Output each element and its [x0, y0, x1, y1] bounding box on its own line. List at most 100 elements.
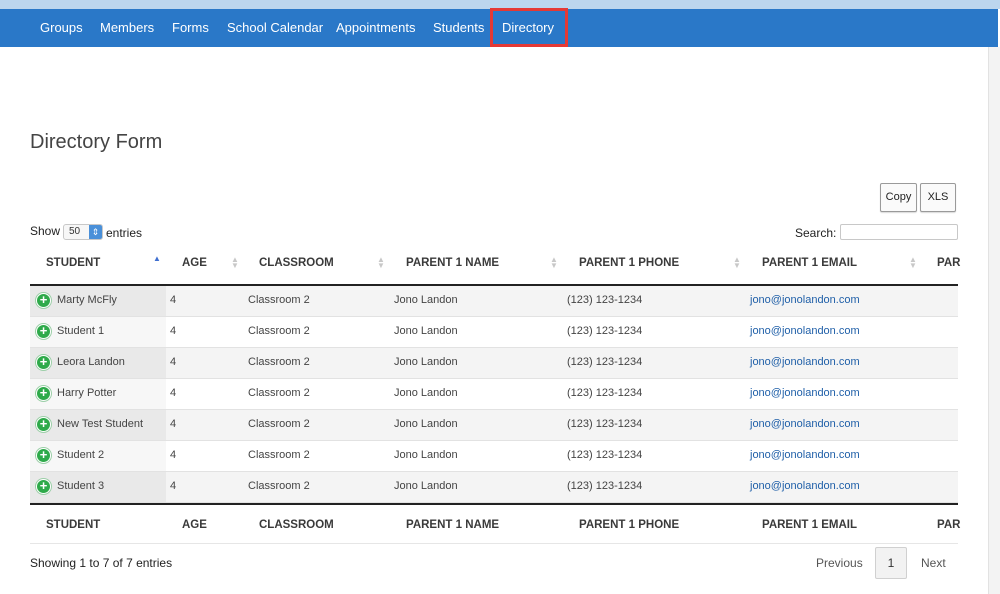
active-nav-highlight — [490, 8, 568, 47]
nav-item-groups[interactable]: Groups — [40, 9, 83, 47]
cell-classroom: Classroom 2 — [248, 356, 310, 368]
plus-circle-icon[interactable]: + — [36, 448, 51, 463]
pagination-next[interactable]: Next — [921, 556, 946, 570]
cell-parent-phone: (123) 123-1234 — [567, 325, 643, 337]
cell-student: Harry Potter — [57, 387, 117, 399]
cell-classroom: Classroom 2 — [248, 480, 310, 492]
footer-header-divider — [30, 503, 958, 505]
vertical-scrollbar[interactable] — [988, 47, 1000, 594]
table-row[interactable]: + Leora Landon 4 Classroom 2 Jono Landon… — [30, 348, 958, 379]
cell-parent-name: Jono Landon — [394, 294, 458, 306]
copy-button[interactable]: Copy — [880, 183, 917, 212]
xls-export-button[interactable]: XLS — [920, 183, 956, 212]
sort-ascending-icon: ▲ — [153, 254, 161, 263]
table-row[interactable]: + Student 3 4 Classroom 2 Jono Landon (1… — [30, 472, 958, 503]
table-row[interactable]: + Marty McFly 4 Classroom 2 Jono Landon … — [30, 286, 958, 317]
nav-item-appointments[interactable]: Appointments — [336, 9, 416, 47]
cell-age: 4 — [170, 294, 177, 306]
column-header-parent1-name[interactable]: PARENT 1 NAME — [406, 257, 499, 269]
sort-icon: ▲ ▼ — [377, 255, 385, 270]
cell-classroom: Classroom 2 — [248, 449, 310, 461]
column-header-parent1-email[interactable]: PARENT 1 EMAIL — [762, 257, 857, 269]
column-header-age[interactable]: AGE — [182, 257, 207, 269]
cell-age: 4 — [170, 387, 177, 399]
cell-parent-phone: (123) 123-1234 — [567, 387, 643, 399]
table-row[interactable]: + New Test Student 4 Classroom 2 Jono La… — [30, 410, 958, 441]
entries-per-page-select[interactable]: 50 ⇕ — [63, 224, 103, 240]
cell-age: 4 — [170, 480, 177, 492]
sort-icon: ▲ ▼ — [909, 255, 917, 270]
cell-classroom: Classroom 2 — [248, 418, 310, 430]
cell-parent-name: Jono Landon — [394, 387, 458, 399]
cell-classroom: Classroom 2 — [248, 325, 310, 337]
footer-column-student: STUDENT — [46, 519, 101, 531]
plus-circle-icon[interactable]: + — [36, 293, 51, 308]
footer-column-parent1-name: PARENT 1 NAME — [406, 519, 500, 531]
cell-age: 4 — [170, 356, 177, 368]
table-row[interactable]: + Harry Potter 4 Classroom 2 Jono Landon… — [30, 379, 958, 410]
footer-column-parent1-phone: PARENT 1 PHONE — [579, 519, 680, 531]
footer-column-classroom: CLASSROOM — [259, 519, 334, 531]
cell-student: New Test Student — [57, 418, 144, 430]
plus-circle-icon[interactable]: + — [36, 355, 51, 370]
cell-parent-email[interactable]: jono@jonolandon.com — [750, 325, 860, 337]
column-header-student[interactable]: STUDENT — [46, 257, 100, 269]
cell-classroom: Classroom 2 — [248, 387, 310, 399]
cell-parent-name: Jono Landon — [394, 480, 458, 492]
plus-circle-icon[interactable]: + — [36, 386, 51, 401]
nav-item-members[interactable]: Members — [100, 9, 154, 47]
nav-item-forms[interactable]: Forms — [172, 9, 209, 47]
cell-parent-phone: (123) 123-1234 — [567, 418, 643, 430]
sort-icon: ▲ ▼ — [733, 255, 741, 270]
cell-age: 4 — [170, 449, 177, 461]
cell-parent-phone: (123) 123-1234 — [567, 480, 643, 492]
cell-parent-phone: (123) 123-1234 — [567, 356, 643, 368]
footer-column-parent-truncated: PAR — [937, 519, 961, 531]
cell-classroom: Classroom 2 — [248, 294, 310, 306]
cell-parent-name: Jono Landon — [394, 356, 458, 368]
entries-select-value: 50 — [69, 226, 81, 237]
cell-parent-email[interactable]: jono@jonolandon.com — [750, 387, 860, 399]
plus-circle-icon[interactable]: + — [36, 479, 51, 494]
page-title: Directory Form — [30, 131, 163, 153]
cell-parent-email[interactable]: jono@jonolandon.com — [750, 418, 860, 430]
cell-parent-email[interactable]: jono@jonolandon.com — [750, 449, 860, 461]
cell-parent-name: Jono Landon — [394, 418, 458, 430]
table-row[interactable]: + Student 1 4 Classroom 2 Jono Landon (1… — [30, 317, 958, 348]
nav-item-school-calendar[interactable]: School Calendar — [227, 9, 323, 47]
sort-icon: ▲ ▼ — [550, 255, 558, 270]
plus-circle-icon[interactable]: + — [36, 324, 51, 339]
cell-parent-email[interactable]: jono@jonolandon.com — [750, 356, 860, 368]
sort-icon: ▲ ▼ — [231, 255, 239, 270]
search-input[interactable] — [840, 224, 958, 240]
cell-parent-phone: (123) 123-1234 — [567, 294, 643, 306]
cell-student: Student 1 — [57, 325, 105, 337]
column-header-parent-truncated[interactable]: PAR — [937, 257, 960, 269]
table-row[interactable]: + Student 2 4 Classroom 2 Jono Landon (1… — [30, 441, 958, 472]
pagination-previous[interactable]: Previous — [816, 556, 863, 570]
cell-parent-email[interactable]: jono@jonolandon.com — [750, 294, 860, 306]
table-bottom-line — [30, 543, 958, 544]
cell-student: Student 2 — [57, 449, 105, 461]
cell-parent-phone: (123) 123-1234 — [567, 449, 643, 461]
cell-student: Student 3 — [57, 480, 105, 492]
select-arrows-icon: ⇕ — [89, 225, 102, 239]
entries-label: entries — [106, 226, 143, 240]
cell-student: Leora Landon — [57, 356, 125, 368]
show-label: Show — [30, 224, 61, 238]
column-header-classroom[interactable]: CLASSROOM — [259, 257, 334, 269]
column-header-parent1-phone[interactable]: PARENT 1 PHONE — [579, 257, 679, 269]
nav-item-students[interactable]: Students — [433, 9, 484, 47]
search-label: Search: — [795, 226, 837, 240]
cell-age: 4 — [170, 418, 177, 430]
pagination-page-1[interactable]: 1 — [875, 547, 907, 579]
plus-circle-icon[interactable]: + — [36, 417, 51, 432]
cell-student: Marty McFly — [57, 294, 117, 306]
cell-parent-name: Jono Landon — [394, 449, 458, 461]
footer-column-age: AGE — [182, 519, 207, 531]
cell-parent-name: Jono Landon — [394, 325, 458, 337]
footer-column-parent1-email: PARENT 1 EMAIL — [762, 519, 857, 531]
table-info: Showing 1 to 7 of 7 entries — [30, 556, 173, 570]
cell-age: 4 — [170, 325, 177, 337]
cell-parent-email[interactable]: jono@jonolandon.com — [750, 480, 860, 492]
